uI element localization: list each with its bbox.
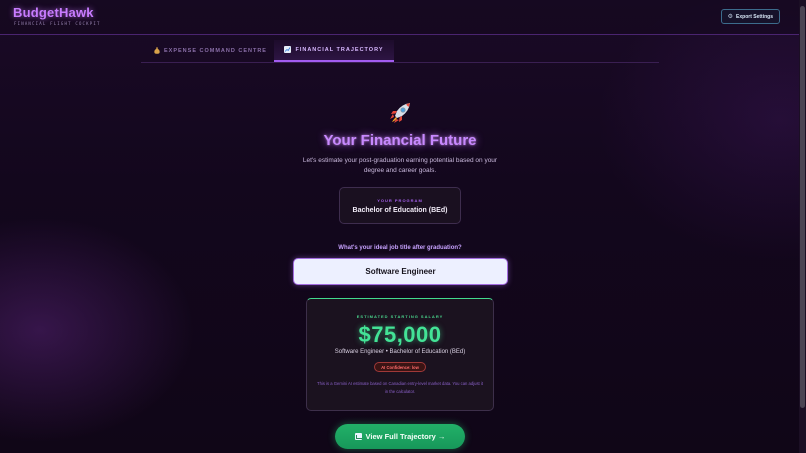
salary-estimate-card: ESTIMATED STARTING SALARY $75,000 Softwa… <box>306 298 494 411</box>
job-title-question: What's your ideal job title after gradua… <box>338 245 462 251</box>
salary-amount: $75,000 <box>358 322 442 347</box>
page-title: Your Financial Future <box>323 132 477 149</box>
view-full-trajectory-button[interactable]: View Full Trajectory → <box>335 424 465 449</box>
cta-label: View Full Trajectory → <box>365 432 446 441</box>
salary-note: This is a Gemini AI estimate based on Ca… <box>317 381 483 394</box>
scrollbar-thumb[interactable] <box>800 6 805 408</box>
program-card: YOUR PROGRAM Bachelor of Education (BEd) <box>339 187 461 224</box>
chart-icon <box>354 433 362 440</box>
scrollbar[interactable] <box>799 0 806 453</box>
job-title-input[interactable] <box>293 258 508 285</box>
salary-label: ESTIMATED STARTING SALARY <box>356 314 444 319</box>
main-content: Your Financial Future Let's estimate you… <box>0 0 800 453</box>
page-subtitle: Let's estimate your post-graduation earn… <box>302 157 498 174</box>
program-value: Bachelor of Education (BEd) <box>352 207 448 214</box>
rocket-icon <box>387 100 413 126</box>
confidence-badge: AI Confidence: low <box>374 362 426 372</box>
salary-detail: Software Engineer • Bachelor of Educatio… <box>334 349 466 355</box>
program-label: YOUR PROGRAM <box>377 198 423 203</box>
